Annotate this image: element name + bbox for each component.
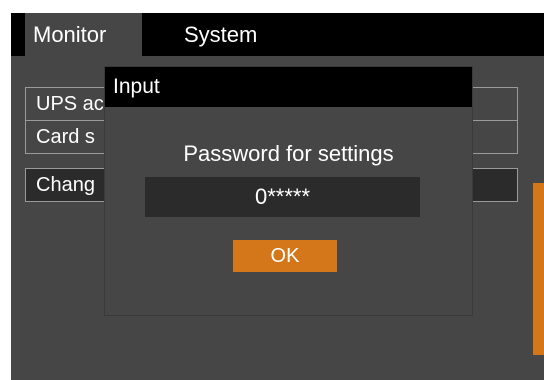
- dialog-title: Input: [105, 67, 472, 107]
- menu-item-label: UPS ac: [36, 93, 104, 115]
- tab-monitor[interactable]: Monitor: [25, 13, 142, 56]
- menu-item-label: Card s: [36, 126, 95, 148]
- ok-button[interactable]: OK: [233, 240, 337, 272]
- password-input[interactable]: 0*****: [145, 177, 420, 217]
- device-screen: Monitor System UPS ac Card s Chang Input…: [11, 13, 544, 380]
- input-dialog: Input Password for settings 0***** OK: [104, 66, 473, 316]
- tab-bar: Monitor System: [11, 13, 544, 56]
- tab-system[interactable]: System: [184, 13, 257, 56]
- menu-item-label: Chang: [36, 174, 95, 196]
- dialog-prompt: Password for settings: [183, 141, 394, 166]
- scrollbar[interactable]: [533, 183, 544, 355]
